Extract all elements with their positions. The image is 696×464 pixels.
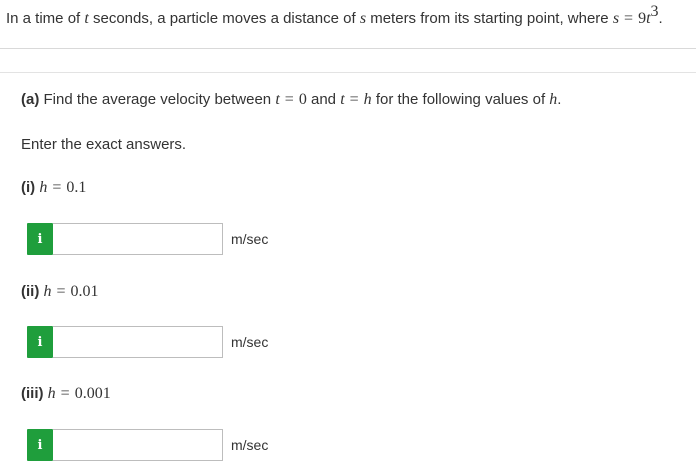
equation-variable: t xyxy=(646,10,651,27)
equation-equals: = xyxy=(624,10,634,27)
t1-equals: = xyxy=(284,91,294,108)
answer-input-iii[interactable] xyxy=(53,429,223,461)
subpart-equals: = xyxy=(52,179,62,196)
info-icon[interactable]: i xyxy=(27,223,53,255)
part-a-text-2: for the following values of xyxy=(375,91,546,108)
unit-label: m/sec xyxy=(231,231,269,247)
unit-label: m/sec xyxy=(231,334,269,350)
subpart-iii-answer-row: i m/sec xyxy=(27,428,268,462)
subpart-variable: h xyxy=(43,283,52,300)
subpart-equals: = xyxy=(56,283,66,300)
problem-text-1: In a time of xyxy=(6,10,81,27)
t1-value: 0 xyxy=(298,91,307,108)
part-a-text-1: Find the average velocity between xyxy=(43,91,272,108)
subpart-iii-label: (iii) h = 0.001 xyxy=(21,384,111,404)
instructions-text: Enter the exact answers. xyxy=(21,136,187,153)
part-a-and: and xyxy=(310,91,337,108)
subpart-i-answer-row: i m/sec xyxy=(27,222,268,256)
subpart-variable: h xyxy=(47,385,56,402)
problem-text-2: seconds, a particle moves a distance of xyxy=(93,10,356,27)
t2-equals: = xyxy=(349,91,359,108)
subpart-equals: = xyxy=(60,385,70,402)
info-icon[interactable]: i xyxy=(27,326,53,358)
part-a-period: . xyxy=(557,91,562,108)
answer-input-i[interactable] xyxy=(53,223,223,255)
info-icon[interactable]: i xyxy=(27,429,53,461)
equation-exponent: 3 xyxy=(650,3,659,20)
answer-input-ii[interactable] xyxy=(53,326,223,358)
divider xyxy=(0,72,696,73)
subpart-label: (iii) xyxy=(21,385,44,402)
variable-s: s xyxy=(359,10,367,27)
problem-period: . xyxy=(658,10,663,27)
subpart-value: 0.1 xyxy=(66,179,87,196)
part-a-prompt: (a) Find the average velocity between t =… xyxy=(21,90,561,110)
subpart-i-label: (i) h = 0.1 xyxy=(21,178,86,198)
subpart-ii-answer-row: i m/sec xyxy=(27,325,268,359)
problem-text-3: meters from its starting point, where xyxy=(370,10,609,27)
subpart-value: 0.001 xyxy=(74,385,111,402)
equation-coefficient: 9 xyxy=(638,10,647,27)
unit-label: m/sec xyxy=(231,437,269,453)
problem-statement: In a time of t seconds, a particle moves… xyxy=(6,3,663,28)
variable-t: t xyxy=(84,10,89,27)
subpart-value: 0.01 xyxy=(70,283,99,300)
subpart-label: (i) xyxy=(21,179,36,196)
t2-value: h xyxy=(363,91,372,108)
subpart-ii-label: (ii) h = 0.01 xyxy=(21,282,99,302)
question-page: In a time of t seconds, a particle moves… xyxy=(0,0,696,464)
part-a-label: (a) xyxy=(21,91,40,108)
t2-variable: t xyxy=(340,91,345,108)
subpart-label: (ii) xyxy=(21,283,40,300)
divider xyxy=(0,48,696,49)
